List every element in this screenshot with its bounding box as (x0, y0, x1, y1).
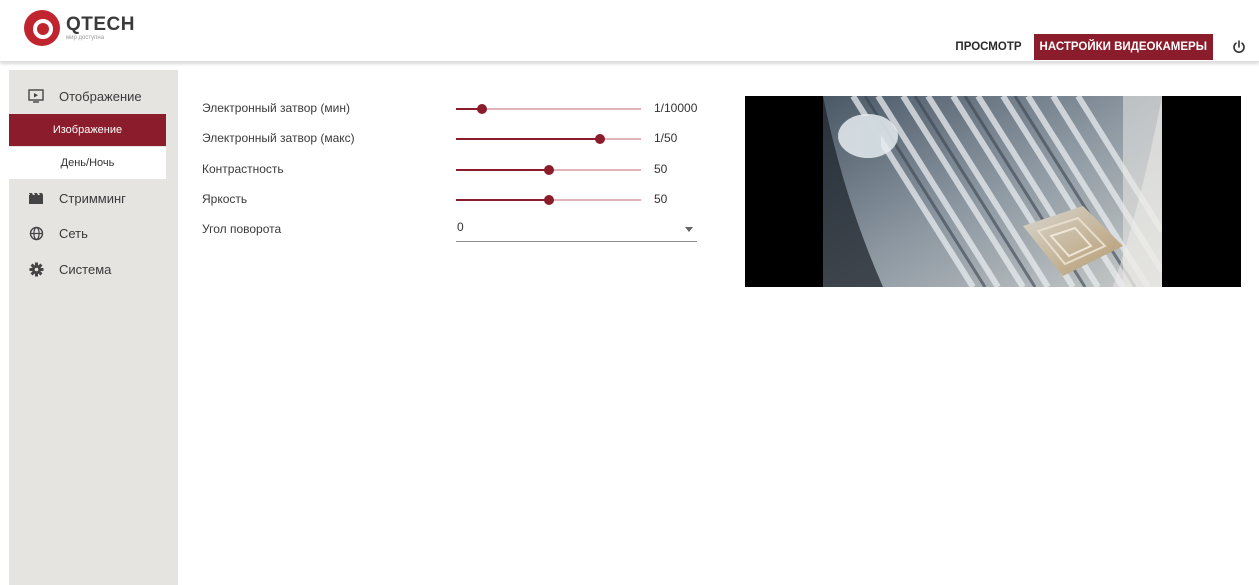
setting-value: 1/10000 (654, 101, 698, 115)
sidebar-subitem-day-night[interactable]: День/Ночь (9, 147, 166, 179)
top-header: QTECH мир доступна ПРОСМОТР НАСТРОЙКИ ВИ… (0, 0, 1259, 62)
setting-brightness: Яркость 50 (202, 188, 702, 212)
shutter-min-slider[interactable] (456, 104, 641, 114)
sidebar-item-system[interactable]: Система (9, 252, 166, 286)
logo-name: QTECH (66, 13, 135, 35)
setting-shutter-min: Электронный затвор (мин) 1/10000 (202, 97, 702, 121)
globe-icon (26, 225, 46, 241)
gear-icon (26, 261, 46, 277)
slider-thumb[interactable] (543, 165, 554, 175)
setting-label: Контрастность (202, 162, 284, 176)
video-preview (745, 96, 1241, 287)
slider-thumb[interactable] (595, 134, 606, 144)
sidebar-subitem-image[interactable]: Изображение (9, 114, 166, 146)
setting-label: Электронный затвор (мин) (202, 101, 350, 115)
sidebar-item-label: Стримминг (59, 190, 126, 206)
logo-mark-icon (24, 10, 60, 46)
chevron-down-icon (685, 227, 693, 232)
setting-shutter-max: Электронный затвор (макс) 1/50 (202, 127, 702, 151)
sidebar-item-label: Система (59, 261, 112, 277)
sidebar-item-network[interactable]: Сеть (9, 216, 166, 250)
setting-label: Электронный затвор (макс) (202, 131, 355, 145)
sidebar-divider (166, 70, 178, 585)
setting-label: Яркость (202, 192, 248, 206)
contrast-slider[interactable] (456, 165, 641, 175)
select-value: 0 (457, 220, 464, 234)
tab-camera-settings[interactable]: НАСТРОЙКИ ВИДЕОКАМЕРЫ (1033, 34, 1213, 60)
logo-tagline: мир доступна (66, 34, 105, 41)
sidebar-item-label: Отображение (59, 88, 142, 104)
sidebar-item-display[interactable]: Отображение (9, 79, 166, 113)
setting-label: Угол поворота (202, 222, 282, 236)
slider-thumb[interactable] (476, 104, 487, 114)
setting-value: 50 (654, 192, 668, 206)
camera-image (823, 96, 1162, 287)
display-icon (26, 88, 46, 104)
tab-preview[interactable]: ПРОСМОТР (949, 34, 1027, 60)
sidebar: Отображение Изображение День/Ночь Стримм… (9, 70, 166, 585)
qtech-logo[interactable]: QTECH мир доступна (24, 8, 135, 48)
rotation-select[interactable]: 0 (456, 220, 697, 242)
shutter-max-slider[interactable] (456, 134, 641, 144)
brightness-slider[interactable] (456, 195, 641, 205)
sidebar-item-streaming[interactable]: Стримминг (9, 181, 166, 215)
setting-value: 1/50 (654, 131, 678, 145)
sidebar-item-label: Сеть (59, 225, 88, 241)
top-nav: ПРОСМОТР НАСТРОЙКИ ВИДЕОКАМЕРЫ (949, 34, 1259, 60)
setting-value: 50 (654, 162, 668, 176)
power-button[interactable] (1219, 34, 1259, 60)
setting-rotation: Угол поворота 0 (202, 218, 702, 242)
slider-thumb[interactable] (543, 195, 554, 205)
setting-contrast: Контрастность 50 (202, 158, 702, 182)
power-icon (1233, 40, 1245, 53)
film-icon (26, 190, 46, 206)
